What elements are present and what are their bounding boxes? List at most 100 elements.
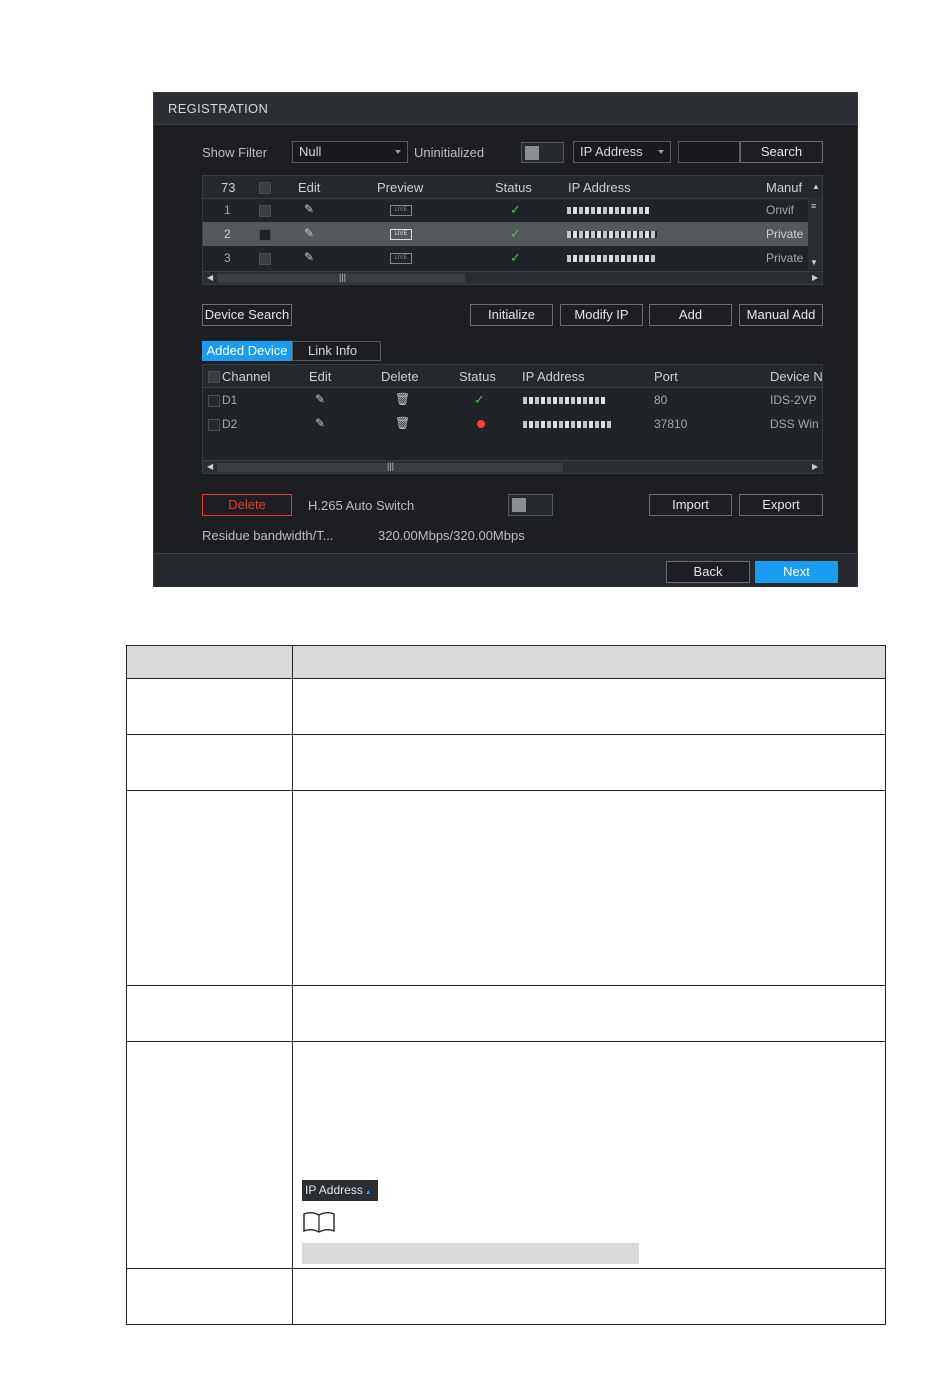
column-divider <box>292 646 293 1324</box>
search-button[interactable]: Search <box>740 141 823 163</box>
trash-icon[interactable]: 🗑 <box>395 416 410 430</box>
residue-bandwidth-label: Residue bandwidth/T... <box>202 528 334 543</box>
col-port: Port <box>654 369 678 384</box>
col-manufacturer: Manuf <box>766 180 803 195</box>
h265-auto-switch-label: H.265 Auto Switch <box>308 498 415 513</box>
trash-icon[interactable]: 🗑 <box>395 392 410 406</box>
row-device-name: DSS Win <box>770 417 819 431</box>
ip-address-chip-label: IP Address <box>305 1183 363 1197</box>
ip-address-redacted <box>567 231 657 238</box>
ip-address-redacted <box>567 255 657 262</box>
residue-bandwidth-value: 320.00Mbps/320.00Mbps <box>378 528 525 543</box>
row-checkbox[interactable] <box>259 229 271 241</box>
table-row[interactable]: 1 ✎ LIVE ✓ Onvif <box>203 198 822 222</box>
col-device-name: Device N <box>770 369 823 384</box>
dialog-header: REGISTRATION <box>154 93 857 125</box>
live-preview-icon[interactable]: LIVE <box>390 229 412 240</box>
row-device-name: IDS-2VP <box>770 393 817 407</box>
back-button[interactable]: Back <box>666 561 750 583</box>
next-button[interactable]: Next <box>755 561 838 583</box>
col-delete: Delete <box>381 369 419 384</box>
row-number: 1 <box>224 203 231 217</box>
col-ip-address: IP Address <box>568 180 631 195</box>
table-row[interactable]: D2 ✎ 🗑 37810 DSS Win <box>203 412 822 436</box>
table-row-selected[interactable]: 2 ✎ LIVE ✓ Private <box>203 222 822 246</box>
pencil-icon[interactable]: ✎ <box>304 250 314 264</box>
row-divider <box>127 678 885 679</box>
pencil-icon[interactable]: ✎ <box>304 202 314 216</box>
dialog-title: REGISTRATION <box>168 101 269 116</box>
row-divider <box>127 1268 885 1269</box>
row-checkbox[interactable] <box>259 253 271 265</box>
row-divider <box>127 790 885 791</box>
check-icon: ✓ <box>510 202 521 217</box>
scroll-left-icon[interactable]: ◀ <box>207 273 213 282</box>
row-port: 80 <box>654 393 668 407</box>
sort-up-icon: ▲ <box>362 1189 372 1196</box>
ip-address-sort-chip: IP Address ▲ <box>302 1180 378 1201</box>
row-number: 3 <box>224 251 231 265</box>
scroll-down-icon[interactable]: ▼ <box>810 258 818 267</box>
export-button[interactable]: Export <box>739 494 823 516</box>
device-search-button[interactable]: Device Search <box>202 304 292 326</box>
row-port: 37810 <box>654 417 688 431</box>
col-edit: Edit <box>309 369 332 384</box>
scroll-left-icon[interactable]: ◀ <box>207 462 213 471</box>
pencil-icon[interactable]: ✎ <box>315 392 325 406</box>
row-channel: D2 <box>222 417 238 431</box>
search-results-table: 73 Edit Preview Status IP Address Manuf … <box>202 175 823 285</box>
row-manufacturer: Onvif <box>766 203 795 217</box>
select-all-checkbox[interactable] <box>208 371 220 383</box>
ip-filter-select[interactable]: IP Address <box>573 141 671 163</box>
manual-add-button[interactable]: Manual Add <box>739 304 823 326</box>
delete-button[interactable]: Delete <box>202 494 292 516</box>
row-checkbox[interactable] <box>208 395 220 407</box>
table-header-row <box>127 646 885 678</box>
initialize-button[interactable]: Initialize <box>470 304 553 326</box>
row-manufacturer: Private <box>766 251 804 265</box>
uninitialized-toggle[interactable] <box>521 142 564 163</box>
vertical-scrollbar[interactable]: ≡ ▼ <box>808 198 822 270</box>
col-status: Status <box>495 180 532 195</box>
show-filter-label: Show Filter <box>202 145 268 160</box>
import-button[interactable]: Import <box>649 494 732 516</box>
show-filter-select[interactable]: Null <box>292 141 408 163</box>
horizontal-scrollbar[interactable]: ◀ ||| ▶ <box>203 271 822 284</box>
scroll-right-icon[interactable]: ▶ <box>812 462 818 471</box>
scroll-thumb-icon[interactable]: ≡ <box>811 201 816 211</box>
row-checkbox[interactable] <box>259 205 271 217</box>
tab-link-info[interactable]: Link Info <box>292 341 381 361</box>
offline-status-icon <box>477 420 485 428</box>
scroll-grip-icon: ||| <box>339 272 347 282</box>
tab-added-device[interactable]: Added Device <box>202 341 292 361</box>
show-filter-value: Null <box>299 144 322 159</box>
scroll-right-icon[interactable]: ▶ <box>812 273 818 282</box>
chevron-down-icon <box>658 150 664 154</box>
row-channel: D1 <box>222 393 238 407</box>
live-preview-icon[interactable]: LIVE <box>390 253 412 264</box>
horizontal-scrollbar[interactable]: ◀ ||| ▶ <box>203 460 822 473</box>
row-checkbox[interactable] <box>208 419 220 431</box>
result-count: 73 <box>221 180 236 195</box>
select-all-checkbox[interactable] <box>259 182 271 194</box>
pencil-icon[interactable]: ✎ <box>304 226 314 240</box>
row-manufacturer: Private <box>766 227 804 241</box>
ip-address-redacted <box>567 207 649 214</box>
row-divider <box>127 734 885 735</box>
table-row[interactable]: D1 ✎ 🗑 ✓ 80 IDS-2VP <box>203 388 822 412</box>
col-channel: Channel <box>222 369 271 384</box>
modify-ip-button[interactable]: Modify IP <box>560 304 643 326</box>
ip-address-redacted <box>523 421 613 428</box>
ip-filter-value: IP Address <box>580 144 643 159</box>
pencil-icon[interactable]: ✎ <box>315 416 325 430</box>
table-row[interactable]: 3 ✎ LIVE ✓ Private <box>203 246 822 270</box>
search-input[interactable] <box>678 141 740 163</box>
live-preview-icon[interactable]: LIVE <box>390 205 412 216</box>
note-bar <box>302 1243 639 1264</box>
scroll-up-icon[interactable]: ▲ <box>812 182 820 191</box>
ip-address-redacted <box>523 397 607 404</box>
h265-auto-switch-toggle[interactable] <box>508 494 553 516</box>
col-preview: Preview <box>377 180 424 195</box>
row-divider <box>127 1041 885 1042</box>
add-button[interactable]: Add <box>649 304 732 326</box>
